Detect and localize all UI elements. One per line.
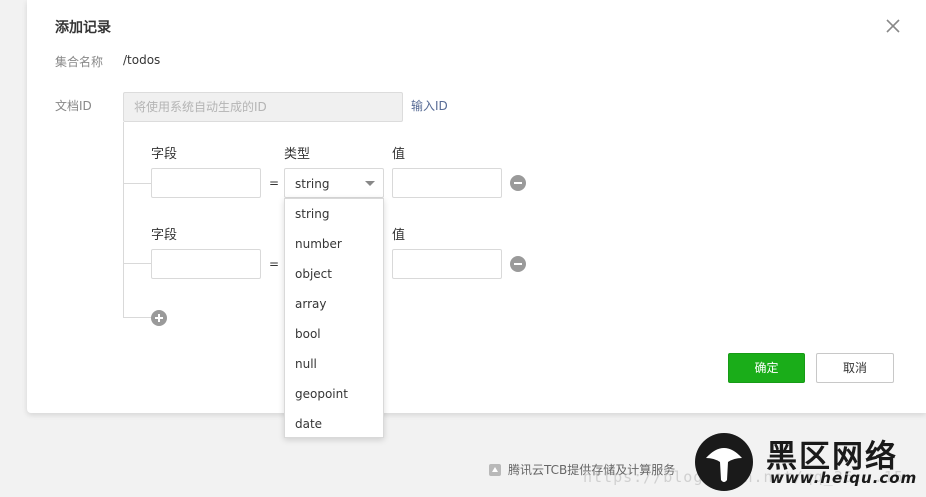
input-id-link[interactable]: 输入ID: [411, 97, 448, 114]
field-value-input[interactable]: [392, 249, 502, 279]
tree-branch: [123, 263, 151, 264]
docid-label: 文档ID: [55, 99, 92, 113]
tree-branch: [123, 183, 151, 184]
close-icon[interactable]: [883, 16, 903, 36]
confirm-button[interactable]: 确定: [728, 353, 805, 383]
value-header: 值: [392, 147, 406, 162]
equals-sign: =: [269, 257, 280, 271]
dropdown-option-date[interactable]: date: [285, 409, 383, 439]
watermark-domain: www.heiqu.com: [770, 469, 918, 487]
field-header: 字段: [151, 147, 178, 162]
caret-down-icon: [365, 181, 375, 186]
dropdown-option-number[interactable]: number: [285, 229, 383, 259]
dropdown-option-geopoint[interactable]: geopoint: [285, 379, 383, 409]
add-record-dialog: 添加记录 集合名称 /todos 文档ID 输入ID 字段 类型 值 = str…: [27, 0, 926, 413]
type-select-value: string: [295, 177, 330, 191]
plus-circle-icon[interactable]: [151, 310, 167, 326]
dropdown-option-object[interactable]: object: [285, 259, 383, 289]
screen: 添加记录 集合名称 /todos 文档ID 输入ID 字段 类型 值 = str…: [0, 0, 926, 497]
collection-value: /todos: [123, 53, 161, 67]
dropdown-option-array[interactable]: array: [285, 289, 383, 319]
docid-input[interactable]: [123, 92, 403, 122]
dialog-title: 添加记录: [55, 20, 111, 36]
field-value-input[interactable]: [392, 168, 502, 198]
type-dropdown: string number object array bool null geo…: [284, 198, 384, 438]
field-name-input[interactable]: [151, 249, 261, 279]
watermark-logo-icon: [695, 433, 753, 491]
value-header: 值: [392, 228, 406, 243]
equals-sign: =: [269, 176, 280, 190]
tree-branch: [123, 317, 151, 318]
dropdown-option-string[interactable]: string: [285, 199, 383, 229]
type-select[interactable]: string: [284, 168, 384, 198]
dropdown-option-null[interactable]: null: [285, 349, 383, 379]
tree-line: [123, 122, 124, 318]
minus-circle-icon[interactable]: [510, 175, 526, 191]
cloud-logo-icon: [489, 463, 501, 476]
dropdown-option-bool[interactable]: bool: [285, 319, 383, 349]
minus-circle-icon[interactable]: [510, 256, 526, 272]
type-header: 类型: [284, 147, 311, 162]
field-name-input[interactable]: [151, 168, 261, 198]
field-header: 字段: [151, 228, 178, 243]
collection-label: 集合名称: [55, 55, 104, 69]
cancel-button[interactable]: 取消: [816, 353, 894, 383]
